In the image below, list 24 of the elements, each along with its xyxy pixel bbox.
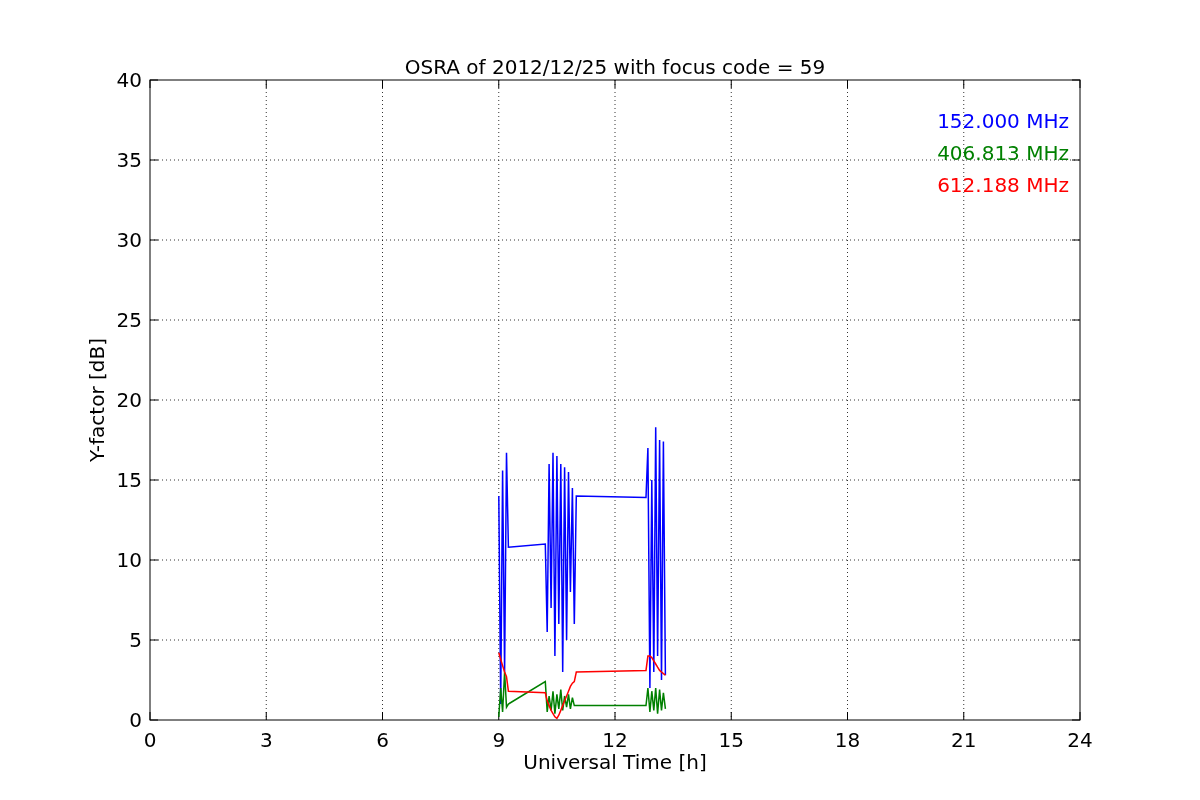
chart-title: OSRA of 2012/12/25 with focus code = 59 <box>404 55 826 79</box>
x-tick-label: 9 <box>492 728 506 752</box>
x-tick-label: 12 <box>602 728 628 752</box>
legend-label: 612.188 MHz <box>937 173 1069 197</box>
x-tick-label: 15 <box>718 728 744 752</box>
y-tick-label: 20 <box>116 388 142 412</box>
y-tick-label: 40 <box>116 68 142 92</box>
y-tick-label: 15 <box>116 468 142 492</box>
y-tick-label: 25 <box>116 308 142 332</box>
y-tick-label: 30 <box>116 228 142 252</box>
y-tick-label: 35 <box>116 148 142 172</box>
y-axis-label: Y-factor [dB] <box>85 338 109 462</box>
x-tick-label: 18 <box>834 728 861 752</box>
x-tick-label: 0 <box>143 728 157 752</box>
x-tick-label: 3 <box>259 728 273 752</box>
legend-label: 406.813 MHz <box>937 141 1069 165</box>
x-tick-label: 21 <box>951 728 977 752</box>
legend-label: 152.000 MHz <box>937 109 1069 133</box>
y-tick-label: 0 <box>129 708 142 732</box>
x-tick-label: 24 <box>1067 728 1093 752</box>
x-tick-label: 6 <box>376 728 389 752</box>
x-axis-label: Universal Time [h] <box>523 750 707 774</box>
y-tick-label: 5 <box>129 628 142 652</box>
y-tick-label: 10 <box>116 548 142 572</box>
